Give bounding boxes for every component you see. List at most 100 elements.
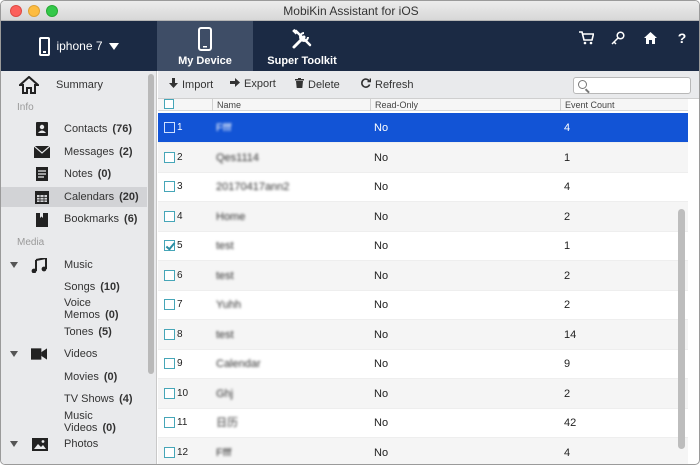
header-actions: ? [577, 29, 691, 47]
expand-triangle-icon[interactable] [10, 441, 18, 447]
help-icon[interactable]: ? [673, 29, 691, 47]
row-checkbox[interactable] [164, 358, 175, 369]
cart-icon[interactable] [577, 29, 595, 47]
sidebar-item-songs[interactable]: Songs (10) [1, 277, 147, 297]
sidebar-item-tv-shows[interactable]: TV Shows (4) [1, 389, 147, 409]
row-read-only: No [374, 299, 389, 311]
row-name: Home [216, 210, 246, 223]
contacts-icon [34, 122, 50, 136]
device-selector[interactable]: iphone 7 [1, 21, 157, 71]
sidebar-item-photos[interactable]: Photos [1, 434, 147, 454]
table-row[interactable]: 6 test No 2 [158, 260, 688, 291]
home-icon[interactable] [641, 29, 659, 47]
row-name: Qes1114 [216, 151, 260, 164]
table-row[interactable]: 5 test No 1 [158, 231, 688, 261]
close-window-button[interactable] [10, 5, 22, 17]
column-header-name[interactable]: Name [212, 99, 372, 111]
section-media-heading: Media [17, 237, 45, 248]
row-event-count: 9 [564, 358, 571, 370]
sidebar-item-messages[interactable]: Messages (2) [1, 142, 147, 162]
row-checkbox[interactable] [164, 122, 175, 133]
export-button[interactable]: Export [230, 78, 276, 90]
sidebar-item-notes[interactable]: Notes (0) [1, 164, 147, 184]
row-read-only: No [374, 240, 389, 252]
table-row[interactable]: 10 Ghj No 2 [158, 378, 688, 409]
row-checkbox[interactable] [164, 417, 175, 428]
key-icon[interactable] [609, 29, 627, 47]
import-button[interactable]: Import [168, 78, 213, 91]
device-name: iphone 7 [56, 39, 103, 53]
tab-super-toolkit[interactable]: Super Toolkit [254, 21, 350, 71]
row-checkbox[interactable] [164, 151, 175, 163]
row-checkbox[interactable] [164, 446, 175, 458]
table-row[interactable]: 4 Home No 2 [158, 201, 688, 232]
search-input[interactable] [590, 79, 686, 92]
table-row[interactable]: 1 Ffff No 4 [158, 113, 688, 143]
expand-triangle-icon[interactable] [10, 262, 18, 268]
row-read-only: No [374, 328, 389, 341]
row-read-only: No [374, 210, 389, 223]
delete-button[interactable]: Delete [294, 78, 340, 91]
row-read-only: No [374, 358, 389, 370]
sidebar-item-videos[interactable]: Videos [1, 344, 147, 364]
table-row[interactable]: 7 Yuhh No 2 [158, 290, 688, 320]
row-checkbox[interactable] [164, 269, 175, 281]
sidebar-item-music-videos[interactable]: Music Videos (0) [1, 410, 147, 434]
home-icon [18, 75, 40, 95]
calendars-table: Name Read-Only Event Count 1 Ffff No 4 2 Qes1… [158, 99, 688, 464]
row-event-count: 2 [564, 299, 571, 311]
minimize-window-button[interactable] [28, 5, 40, 17]
row-name: test [216, 328, 234, 341]
row-name: Ghj [216, 387, 234, 400]
table-row[interactable]: 12 Ffff No 4 [158, 437, 688, 464]
sidebar-scrollbar[interactable] [148, 74, 154, 374]
row-name: test [216, 269, 234, 282]
row-event-count: 1 [564, 151, 571, 164]
row-checkbox[interactable] [164, 387, 175, 399]
chevron-down-icon [108, 42, 119, 50]
sidebar-item-voice-memos[interactable]: Voice Memos (0) [1, 297, 147, 321]
tab-my-device[interactable]: My Device [157, 21, 253, 71]
row-checkbox[interactable] [164, 328, 175, 340]
table-scrollbar[interactable] [678, 209, 685, 449]
calendar-icon [34, 190, 50, 204]
envelope-icon [34, 145, 50, 159]
select-all-checkbox[interactable] [164, 99, 174, 109]
row-event-count: 2 [564, 387, 571, 400]
music-note-icon [31, 257, 47, 273]
table-row[interactable]: 9 Calendar No 9 [158, 349, 688, 379]
section-info-heading: Info [17, 102, 34, 113]
sidebar-item-contacts[interactable]: Contacts (76) [1, 119, 147, 139]
sidebar-item-tones[interactable]: Tones (5) [1, 322, 147, 342]
refresh-icon [361, 78, 372, 91]
row-name: Ffff [216, 446, 232, 459]
video-camera-icon [31, 347, 47, 361]
row-checkbox[interactable] [164, 181, 175, 192]
sidebar-item-movies[interactable]: Movies (0) [1, 367, 147, 387]
row-index: 10 [177, 387, 189, 399]
search-box[interactable] [573, 77, 691, 94]
sidebar-item-bookmarks[interactable]: Bookmarks (6) [1, 209, 147, 229]
sidebar-item-calendars[interactable]: Calendars (20) [1, 187, 147, 207]
row-checkbox[interactable] [164, 210, 175, 222]
row-checkbox[interactable] [164, 299, 175, 310]
app-window: MobiKin Assistant for iOS iphone 7 My De… [0, 0, 700, 465]
column-header-read-only[interactable]: Read-Only [370, 99, 560, 111]
maximize-window-button[interactable] [46, 5, 58, 17]
expand-triangle-icon[interactable] [10, 351, 18, 357]
row-read-only: No [374, 446, 389, 459]
row-event-count: 2 [564, 210, 571, 223]
column-header-event-count[interactable]: Event Count [560, 99, 688, 111]
window-title: MobiKin Assistant for iOS [283, 4, 419, 18]
table-row[interactable]: 3 20170417ann2 No 4 [158, 172, 688, 202]
table-row[interactable]: 2 Qes1114 No 1 [158, 142, 688, 173]
sidebar-item-music[interactable]: Music [1, 255, 147, 275]
table-row[interactable]: 8 test No 14 [158, 319, 688, 350]
table-row[interactable]: 11 日历 No 42 [158, 408, 688, 438]
notes-icon [34, 167, 50, 181]
row-checkbox[interactable] [164, 240, 175, 251]
search-icon [578, 80, 587, 89]
refresh-button[interactable]: Refresh [361, 78, 414, 91]
sidebar-item-summary[interactable]: Summary [1, 75, 147, 95]
row-index: 12 [177, 446, 189, 458]
